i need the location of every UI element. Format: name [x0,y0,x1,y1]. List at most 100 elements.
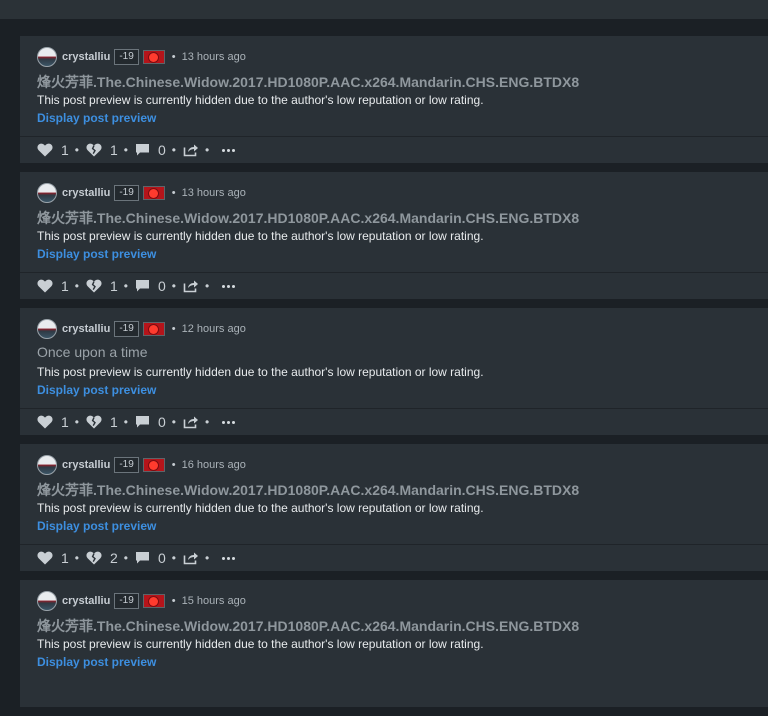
display-preview-link[interactable]: Display post preview [37,111,156,125]
comments-button[interactable]: 0 [135,142,166,158]
more-dots-icon[interactable] [222,420,236,424]
more-dots-icon[interactable] [222,148,236,152]
comments-button[interactable]: 0 [135,414,166,430]
top-bar [0,0,768,19]
author-name[interactable]: crystalliu [62,187,110,199]
post-body: crystalliu -19 • 16 hours ago 烽火芳菲.The.C… [37,444,768,544]
reputation-badge: -19 [114,321,139,337]
share-button[interactable] [183,143,199,157]
action-separator: • [171,143,176,157]
post-timestamp[interactable]: 15 hours ago [182,595,246,607]
display-preview-link[interactable]: Display post preview [37,655,156,669]
post-title[interactable]: 烽火芳菲.The.Chinese.Widow.2017.HD1080P.AAC.… [37,72,579,92]
comments-button[interactable]: 0 [135,278,166,294]
downvote-button[interactable]: 2 [86,550,118,566]
comment-count: 0 [158,142,166,158]
post-card: crystalliu -19 • 13 hours ago 烽火芳菲.The.C… [20,172,768,299]
share-icon [183,416,198,429]
action-separator: • [205,279,210,293]
share-icon [183,280,198,293]
post-timestamp[interactable]: 16 hours ago [182,459,246,471]
china-flag-icon [142,50,165,64]
share-button[interactable] [183,279,199,293]
meta-separator: • [171,51,176,63]
display-preview-link[interactable]: Display post preview [37,383,156,397]
author-name[interactable]: crystalliu [62,459,110,471]
china-flag-icon [142,594,165,608]
comment-count: 0 [158,278,166,294]
reputation-badge: -19 [114,457,139,473]
more-dots-icon[interactable] [222,556,236,560]
hidden-preview-notice: This post preview is currently hidden du… [37,637,484,651]
share-icon [183,144,198,157]
comment-bubble-icon [136,416,149,428]
post-timestamp[interactable]: 13 hours ago [182,51,246,63]
upvote-button[interactable]: 1 [37,142,69,158]
post-title[interactable]: 烽火芳菲.The.Chinese.Widow.2017.HD1080P.AAC.… [37,616,579,636]
author-name[interactable]: crystalliu [62,323,110,335]
post-timestamp[interactable]: 13 hours ago [182,187,246,199]
broken-heart-icon [86,279,102,293]
upvote-count: 1 [61,142,69,158]
china-flag-icon [142,186,165,200]
avatar[interactable] [37,455,57,475]
avatar[interactable] [37,591,57,611]
upvote-button[interactable]: 1 [37,278,69,294]
author-name[interactable]: crystalliu [62,595,110,607]
action-separator: • [123,279,128,293]
post-meta: crystalliu -19 • 12 hours ago [37,318,246,340]
meta-separator: • [171,459,176,471]
downvote-button[interactable]: 1 [86,278,118,294]
share-icon [183,552,198,565]
post-meta: crystalliu -19 • 15 hours ago [37,590,246,612]
upvote-count: 1 [61,414,69,430]
avatar[interactable] [37,319,57,339]
post-actions: 1 • 1 • 0 • • [37,412,236,432]
post-card: crystalliu -19 • 15 hours ago 烽火芳菲.The.C… [20,580,768,707]
more-dots-icon[interactable] [222,284,236,288]
china-flag-icon [142,322,165,336]
display-preview-link[interactable]: Display post preview [37,247,156,261]
reputation-badge: -19 [114,185,139,201]
downvote-button[interactable]: 1 [86,414,118,430]
avatar[interactable] [37,183,57,203]
author-name[interactable]: crystalliu [62,51,110,63]
post-timestamp[interactable]: 12 hours ago [182,323,246,335]
hidden-preview-notice: This post preview is currently hidden du… [37,93,484,107]
avatar[interactable] [37,47,57,67]
downvote-count: 1 [110,414,118,430]
action-separator: • [205,415,210,429]
meta-separator: • [171,323,176,335]
divider [20,408,768,409]
comment-bubble-icon [136,552,149,564]
post-body: crystalliu -19 • 13 hours ago 烽火芳菲.The.C… [37,172,768,272]
upvote-count: 1 [61,550,69,566]
post-meta: crystalliu -19 • 16 hours ago [37,454,246,476]
display-preview-link[interactable]: Display post preview [37,519,156,533]
china-flag-icon [142,458,165,472]
action-separator: • [74,279,79,293]
action-separator: • [123,143,128,157]
meta-separator: • [171,187,176,199]
upvote-button[interactable]: 1 [37,550,69,566]
share-button[interactable] [183,551,199,565]
post-title[interactable]: Once upon a time [37,344,148,360]
upvote-button[interactable]: 1 [37,414,69,430]
hidden-preview-notice: This post preview is currently hidden du… [37,365,484,379]
post-title[interactable]: 烽火芳菲.The.Chinese.Widow.2017.HD1080P.AAC.… [37,480,579,500]
heart-icon [37,415,53,429]
reputation-badge: -19 [114,49,139,65]
downvote-count: 2 [110,550,118,566]
action-separator: • [123,415,128,429]
downvote-button[interactable]: 1 [86,142,118,158]
action-separator: • [171,415,176,429]
comment-count: 0 [158,550,166,566]
action-separator: • [74,551,79,565]
post-card: crystalliu -19 • 16 hours ago 烽火芳菲.The.C… [20,444,768,571]
broken-heart-icon [86,415,102,429]
post-meta: crystalliu -19 • 13 hours ago [37,182,246,204]
comments-button[interactable]: 0 [135,550,166,566]
share-button[interactable] [183,415,199,429]
post-title[interactable]: 烽火芳菲.The.Chinese.Widow.2017.HD1080P.AAC.… [37,208,579,228]
upvote-count: 1 [61,278,69,294]
